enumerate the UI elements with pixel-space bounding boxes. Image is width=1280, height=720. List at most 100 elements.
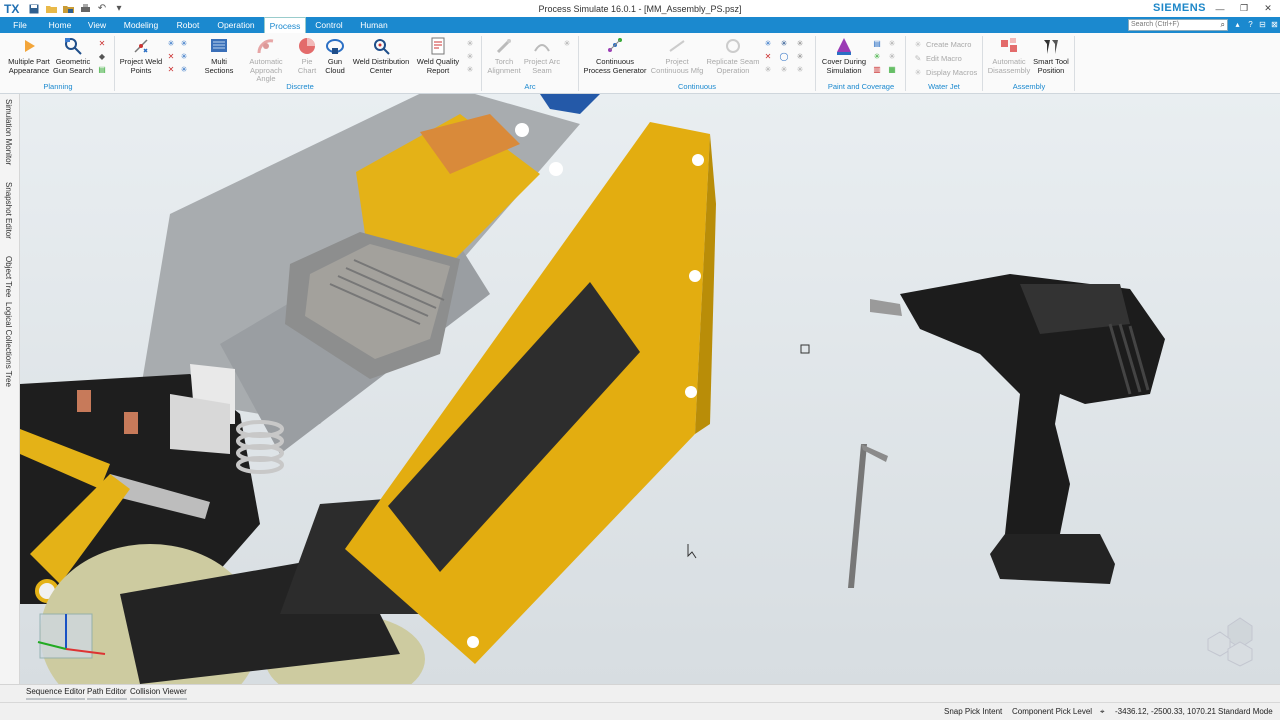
weld-point-small-icon[interactable]: ✳ (179, 51, 189, 61)
multi-sections-button[interactable]: Multi Sections (202, 35, 236, 75)
seam-small-icon[interactable]: ✳ (779, 64, 789, 74)
save-icon[interactable] (27, 2, 41, 16)
tab-human[interactable]: Human (355, 17, 393, 33)
weld-quality-report-button[interactable]: Weld Quality Report (414, 35, 462, 75)
multiple-part-appearance-button[interactable]: Multiple Part Appearance (4, 35, 54, 75)
paint-small-icon[interactable]: ✳ (887, 38, 897, 48)
group-separator (481, 36, 482, 91)
cover-during-simulation-button[interactable]: Cover During Simulation (818, 35, 870, 75)
app-logo: TX (4, 1, 20, 16)
weld-point-small-icon[interactable]: ✳ (179, 38, 189, 48)
print-icon[interactable] (78, 2, 92, 16)
group-water-jet: Water Jet (928, 82, 960, 91)
arc-small-icon[interactable]: ✳ (562, 38, 572, 48)
save-as-icon[interactable] (61, 2, 75, 16)
tab-robot[interactable]: Robot (171, 17, 205, 33)
weld-small-icon[interactable]: ✳ (465, 38, 475, 48)
tab-view[interactable]: View (83, 17, 111, 33)
edit-macro-button[interactable]: ✎ Edit Macro (913, 52, 962, 64)
disassembly-icon (998, 35, 1020, 57)
weld-distribution-center-button[interactable]: Weld Distribution Center (350, 35, 412, 75)
tab-path-editor[interactable]: Path Editor (87, 687, 127, 700)
standard-mode[interactable]: Standard Mode (1218, 707, 1273, 716)
seam-small-icon[interactable]: ✳ (795, 64, 805, 74)
tab-collision-viewer[interactable]: Collision Viewer (130, 687, 187, 700)
project-continuous-mfg-button[interactable]: Project Continuous Mfg (648, 35, 706, 75)
smart-tool-icon (1040, 35, 1062, 57)
geometric-gun-search-button[interactable]: Geometric Gun Search (52, 35, 94, 75)
snap-pick-intent[interactable]: Snap Pick Intent (944, 707, 1002, 716)
graphic-viewer[interactable] (20, 94, 1280, 684)
seam-small-icon[interactable]: ◯ (779, 51, 789, 61)
weld-cross-small-icon[interactable]: ✕ (166, 64, 176, 74)
seam-small-icon[interactable]: ✳ (763, 38, 773, 48)
tab-file[interactable]: File (5, 17, 35, 33)
side-tab-simulation-monitor[interactable]: Simulation Monitor (4, 99, 13, 165)
pie-chart-button[interactable]: Pie Chart (294, 35, 320, 75)
weld-small-icon[interactable]: ✳ (465, 64, 475, 74)
automatic-disassembly-button[interactable]: Automatic Disassembly (985, 35, 1033, 75)
seam-small-icon[interactable]: ✳ (763, 64, 773, 74)
side-tab-snapshot-editor[interactable]: Snapshot Editor (4, 182, 13, 239)
undo-icon[interactable]: ↶ (95, 2, 109, 16)
weld-small-icon[interactable]: ✳ (465, 51, 475, 61)
paint-small-icon[interactable]: ▥ (872, 64, 882, 74)
cursor-coordinates: -3436.12, -2500.33, 1070.21 (1115, 707, 1216, 716)
side-tab-object-tree[interactable]: Object Tree (4, 256, 13, 297)
paint-small-icon[interactable]: ✳ (872, 51, 882, 61)
search-input[interactable]: Search (Ctrl+F) ⌕ (1128, 19, 1228, 31)
seam-small-icon[interactable]: ✕ (763, 51, 773, 61)
gun-small-icon[interactable]: ◆ (97, 51, 107, 61)
close-icon[interactable]: ✕ (1256, 0, 1280, 17)
weld-point-small-icon[interactable]: ✳ (179, 64, 189, 74)
create-macro-button[interactable]: ✳ Create Macro (913, 38, 972, 50)
torch-alignment-button[interactable]: Torch Alignment (484, 35, 524, 75)
weld-point-small-icon[interactable]: ✳ (166, 38, 176, 48)
ribbon-collapse-icon[interactable]: ▴ (1232, 19, 1243, 31)
tab-control[interactable]: Control (310, 17, 348, 33)
component-pick-level[interactable]: Component Pick Level (1012, 707, 1092, 716)
cordless-drill-model[interactable] (870, 274, 1165, 584)
automatic-approach-angle-button[interactable]: Automatic Approach Angle (240, 35, 292, 84)
project-arc-seam-button[interactable]: Project Arc Seam (522, 35, 562, 75)
weld-cross-small-icon[interactable]: ✕ (166, 51, 176, 61)
view-cube-icon[interactable] (1207, 617, 1253, 667)
project-weld-points-button[interactable]: Project Weld Points (118, 35, 164, 75)
button-label: Project Continuous Mfg (650, 57, 704, 75)
paint-small-icon[interactable]: ✳ (887, 51, 897, 61)
button-label: Automatic Disassembly (987, 57, 1031, 75)
tab-modeling[interactable]: Modeling (118, 17, 164, 33)
smart-tool-position-button[interactable]: Smart Tool Position (1031, 35, 1071, 75)
replicate-seam-operation-button[interactable]: Replicate Seam Operation (706, 35, 760, 75)
continuous-process-generator-button[interactable]: Continuous Process Generator (582, 35, 648, 75)
minimize-icon[interactable]: — (1208, 0, 1232, 17)
button-label: Create Macro (926, 39, 972, 49)
weld-distribution-icon (370, 35, 392, 57)
tab-operation[interactable]: Operation (213, 17, 259, 33)
ribbon-close-icon[interactable]: ⊠ (1269, 19, 1280, 31)
quick-access-dropdown-icon[interactable]: ▾ (112, 2, 126, 16)
search-icon[interactable]: ⌕ (1221, 20, 1225, 30)
button-label: Project Arc Seam (523, 57, 561, 75)
hex-key-model[interactable] (848, 444, 888, 588)
csv-small-icon[interactable]: ▤ (97, 64, 107, 74)
weld-small-icon[interactable]: ✕ (97, 38, 107, 48)
paint-small-icon[interactable]: ▤ (872, 38, 882, 48)
seam-small-icon[interactable]: ✳ (795, 51, 805, 61)
paint-small-icon[interactable]: ▦ (887, 64, 897, 74)
group-discrete: Discrete (286, 82, 314, 91)
button-label: Geometric Gun Search (52, 57, 94, 75)
restore-icon[interactable]: ❐ (1232, 0, 1256, 17)
gun-cloud-button[interactable]: Gun Cloud (322, 35, 348, 75)
seam-small-icon[interactable]: ✳ (779, 38, 789, 48)
crosshair-icon: ⌖ (1100, 707, 1105, 716)
open-folder-icon[interactable] (44, 2, 58, 16)
seam-small-icon[interactable]: ✳ (795, 38, 805, 48)
tab-process[interactable]: Process (264, 17, 306, 33)
tab-home[interactable]: Home (44, 17, 76, 33)
tab-sequence-editor[interactable]: Sequence Editor (26, 687, 86, 700)
ribbon-minimize-icon[interactable]: ⊟ (1257, 19, 1268, 31)
display-macros-button[interactable]: ✳ Display Macros (913, 66, 978, 78)
side-tab-logical-collections-tree[interactable]: Logical Collections Tree (4, 302, 13, 387)
help-icon[interactable]: ? (1245, 19, 1256, 31)
